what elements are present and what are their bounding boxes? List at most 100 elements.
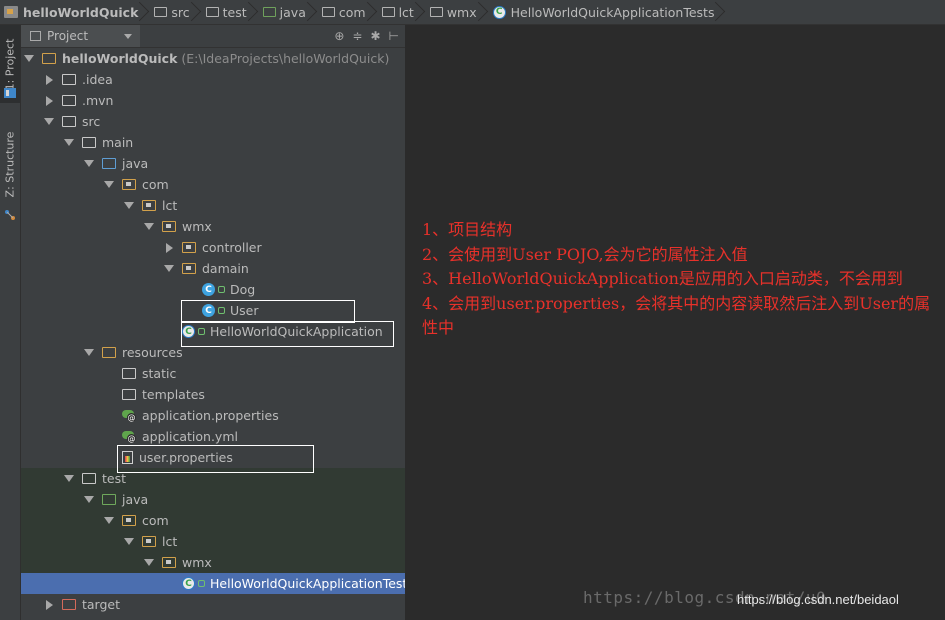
- tree-row[interactable]: test: [21, 468, 405, 489]
- tree-row[interactable]: .mvn: [21, 90, 405, 111]
- breadcrumb-com[interactable]: com: [312, 0, 372, 24]
- tree-row-label: user.properties: [139, 450, 233, 465]
- breadcrumb-wmx[interactable]: wmx: [420, 0, 483, 24]
- tree-row[interactable]: application.yml: [21, 426, 405, 447]
- target-icon[interactable]: ⊕: [334, 29, 344, 43]
- package-icon: [162, 221, 176, 232]
- tree-row-label: HelloWorldQuickApplication: [210, 324, 383, 339]
- package-icon: [142, 536, 156, 547]
- note-line: 4、会用到user.properties，会将其中的内容读取然后注入到User的…: [422, 293, 931, 338]
- collapse-icon[interactable]: ≑: [352, 29, 362, 43]
- tree-row[interactable]: helloWorldQuick (E:\IdeaProjects\helloWor…: [21, 48, 405, 69]
- tree-row[interactable]: target: [21, 594, 405, 615]
- tree-row[interactable]: java: [21, 153, 405, 174]
- test-folder-icon: [102, 494, 116, 505]
- expand-arrow-icon[interactable]: [24, 54, 34, 64]
- tree-row[interactable]: com: [21, 174, 405, 195]
- tree-row[interactable]: user.properties: [21, 447, 405, 468]
- annotation-notes: 1、项目结构 2、会使用到User POJO,会为它的属性注入值 3、Hello…: [422, 218, 942, 341]
- tree-row[interactable]: java: [21, 489, 405, 510]
- tree-row[interactable]: resources: [21, 342, 405, 363]
- view-selector[interactable]: Project: [21, 25, 140, 47]
- folder-icon: [82, 473, 96, 484]
- breadcrumb-lct[interactable]: lct: [372, 0, 420, 24]
- package-icon: [142, 200, 156, 211]
- tree-row[interactable]: C User: [21, 300, 405, 321]
- tree-row[interactable]: lct: [21, 531, 405, 552]
- package-icon: [182, 263, 196, 274]
- breadcrumb-test[interactable]: test: [196, 0, 253, 24]
- project-icon: [4, 6, 18, 18]
- folder-icon: [62, 74, 76, 85]
- tree-row[interactable]: wmx: [21, 552, 405, 573]
- expand-arrow-icon[interactable]: [144, 222, 154, 232]
- watermark-overlay: https://blog.csdn.net/beidaol: [737, 592, 899, 607]
- expand-arrow-icon[interactable]: [64, 474, 74, 484]
- tree-row-label: java: [122, 492, 149, 507]
- tree-row[interactable]: controller: [21, 237, 405, 258]
- breadcrumb-project[interactable]: helloWorldQuick: [0, 0, 144, 24]
- expand-arrow-icon[interactable]: [64, 138, 74, 148]
- project-tab-icon: [4, 87, 16, 98]
- gear-icon[interactable]: ✱: [370, 29, 380, 43]
- expand-arrow-icon[interactable]: [84, 348, 94, 358]
- spring-boot-test-icon: C: [492, 5, 506, 19]
- test-folder-icon: [262, 7, 276, 17]
- spring-boot-class-icon: C: [182, 325, 195, 338]
- access-lock-icon: [198, 328, 205, 335]
- expand-arrow-icon[interactable]: [44, 117, 54, 127]
- tree-row[interactable]: C Dog: [21, 279, 405, 300]
- breadcrumb-class[interactable]: C HelloWorldQuickApplicationTests: [483, 0, 721, 24]
- tree-row[interactable]: main: [21, 132, 405, 153]
- tree-row[interactable]: C HelloWorldQuickApplication: [21, 321, 405, 342]
- tree-row-label: src: [82, 114, 101, 129]
- breadcrumb-src[interactable]: src: [144, 0, 195, 24]
- note-line: 3、HelloWorldQuickApplication是应用的入口启动类，不会…: [422, 269, 903, 288]
- collapse-arrow-icon[interactable]: [164, 243, 174, 253]
- collapse-arrow-icon[interactable]: [44, 75, 54, 85]
- class-icon: C: [202, 283, 215, 296]
- tree-row[interactable]: application.properties: [21, 405, 405, 426]
- project-folder-icon: [42, 53, 56, 64]
- expand-arrow-icon[interactable]: [164, 264, 174, 274]
- tree-row[interactable]: lct: [21, 195, 405, 216]
- tree-row[interactable]: templates: [21, 384, 405, 405]
- class-icon: C: [202, 304, 215, 317]
- package-icon: [122, 179, 136, 190]
- tree-row[interactable]: damain: [21, 258, 405, 279]
- folder-icon: [205, 7, 219, 17]
- tab-structure[interactable]: Z: Structure: [0, 121, 20, 207]
- tree-row[interactable]: C HelloWorldQuickApplicationTests: [21, 573, 405, 594]
- collapse-arrow-icon[interactable]: [44, 600, 54, 610]
- expand-arrow-icon[interactable]: [104, 180, 114, 190]
- tree-row-label: wmx: [182, 555, 212, 570]
- collapse-arrow-icon[interactable]: [44, 96, 54, 106]
- tree-row[interactable]: static: [21, 363, 405, 384]
- tree-row-label: .mvn: [82, 93, 114, 108]
- tree-row-label: java: [122, 156, 149, 171]
- tree-row-label: HelloWorldQuickApplicationTests: [210, 576, 405, 591]
- tree-row-label: test: [102, 471, 127, 486]
- expand-arrow-icon[interactable]: [144, 558, 154, 568]
- expand-arrow-icon[interactable]: [104, 516, 114, 526]
- folder-icon: [62, 116, 76, 127]
- tree-row-label: lct: [162, 534, 178, 549]
- package-icon: [162, 557, 176, 568]
- breadcrumb-java[interactable]: java: [253, 0, 312, 24]
- expand-arrow-icon[interactable]: [84, 495, 94, 505]
- tree-row-label: application.properties: [142, 408, 279, 423]
- package-icon: [321, 7, 335, 17]
- tree-row[interactable]: com: [21, 510, 405, 531]
- tool-window-strip: 1: Project Z: Structure: [0, 25, 21, 620]
- tree-row[interactable]: .idea: [21, 69, 405, 90]
- project-tree[interactable]: helloWorldQuick (E:\IdeaProjects\helloWor…: [21, 48, 405, 620]
- tree-row[interactable]: wmx: [21, 216, 405, 237]
- expand-arrow-icon[interactable]: [124, 537, 134, 547]
- note-line: 2、会使用到User POJO,会为它的属性注入值: [422, 244, 748, 264]
- expand-arrow-icon[interactable]: [84, 159, 94, 169]
- spring-config-icon: [122, 430, 136, 443]
- hide-icon[interactable]: ⊢: [389, 29, 399, 43]
- project-view-icon: [30, 31, 41, 41]
- tree-row[interactable]: src: [21, 111, 405, 132]
- expand-arrow-icon[interactable]: [124, 201, 134, 211]
